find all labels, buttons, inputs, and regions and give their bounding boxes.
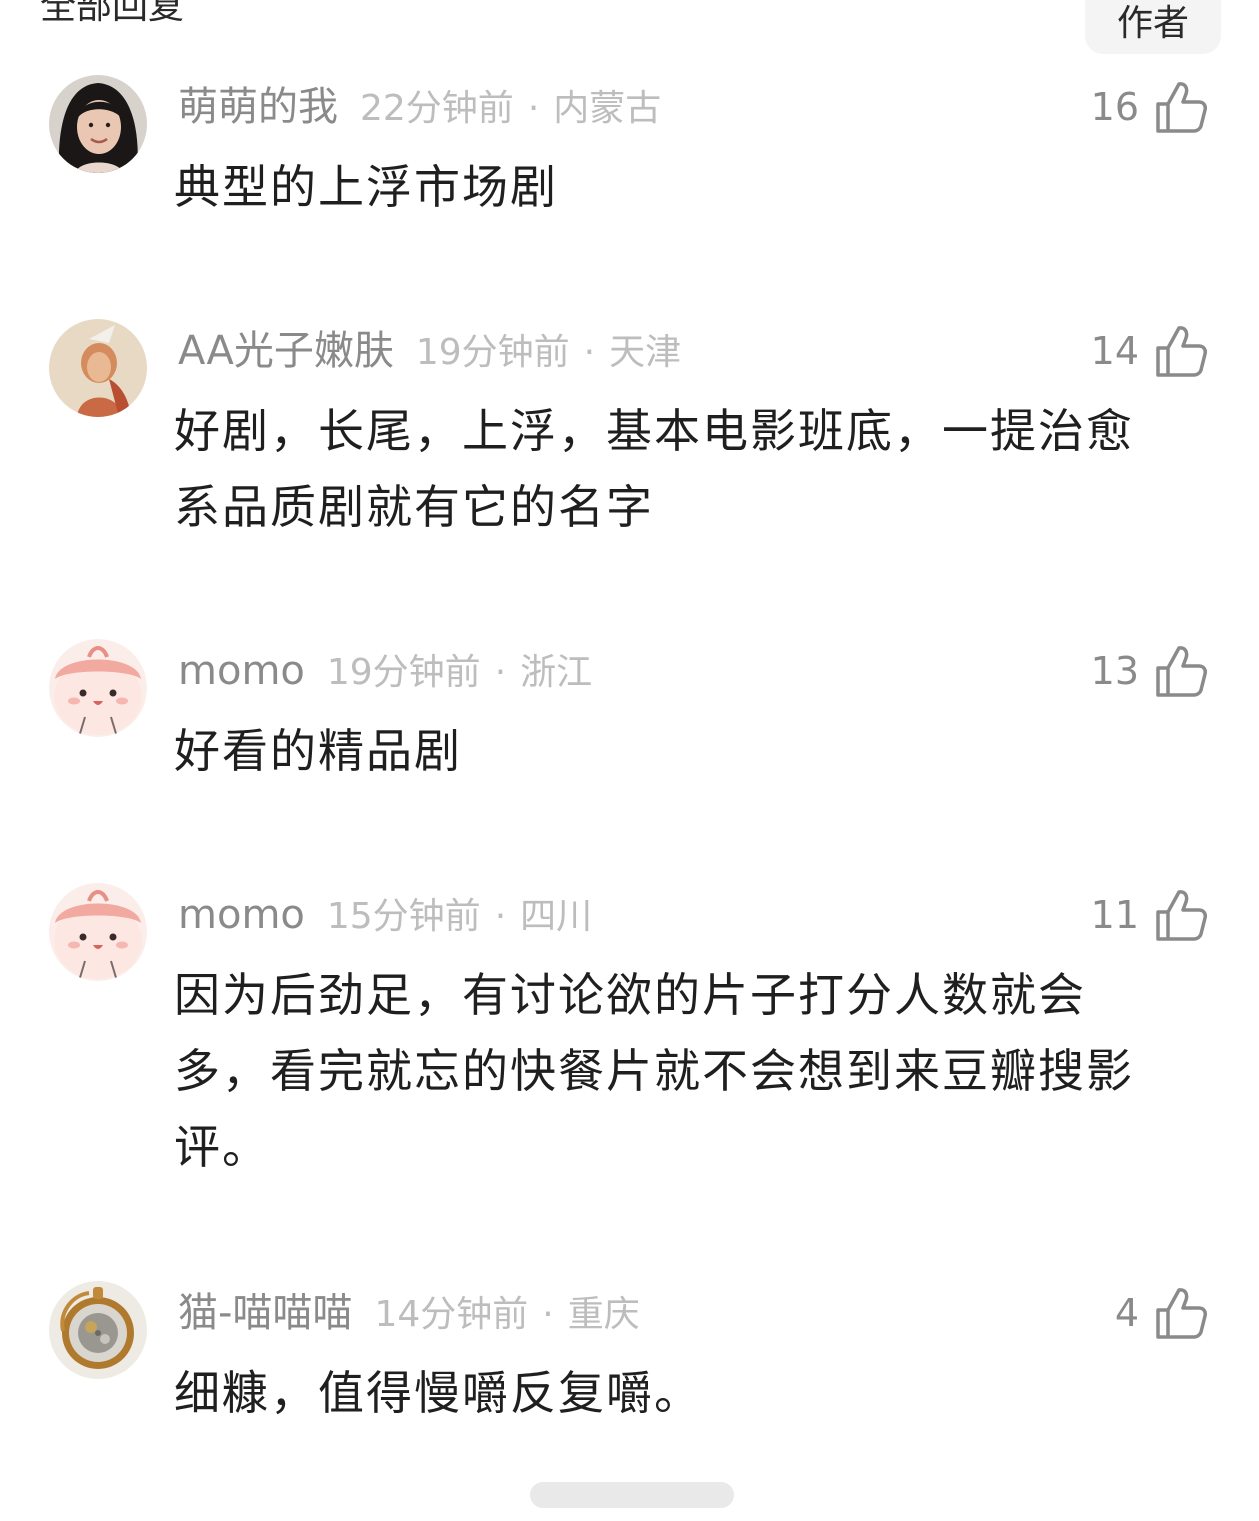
post-time: 19分钟前 xyxy=(326,652,481,693)
avatar-pink-cartoon-icon xyxy=(49,639,147,737)
time-location: 15分钟前 · 四川 xyxy=(327,896,592,937)
like-count: 14 xyxy=(1090,329,1139,373)
comment-meta: momo 15分钟前 · 四川 xyxy=(178,890,592,942)
username[interactable]: 萌萌的我 xyxy=(178,84,338,130)
location: 浙江 xyxy=(520,652,593,693)
time-location: 19分钟前 · 天津 xyxy=(416,332,681,373)
user-avatar[interactable] xyxy=(49,1281,147,1379)
avatar-woman-photo-icon xyxy=(49,75,147,173)
comment-meta: momo 19分钟前 · 浙江 xyxy=(178,646,592,698)
time-location: 22分钟前 · 内蒙古 xyxy=(360,88,661,129)
meta-separator: · xyxy=(583,332,596,373)
avatar-portrait-photo-icon xyxy=(49,319,147,417)
location: 重庆 xyxy=(567,1294,640,1335)
like-count: 4 xyxy=(1114,1291,1139,1335)
thumbs-up-icon xyxy=(1155,1286,1207,1340)
comment-text: 典型的上浮市场剧 xyxy=(174,160,558,214)
thumbs-up-icon xyxy=(1155,80,1207,134)
like-button[interactable]: 14 xyxy=(1091,321,1207,381)
like-count: 11 xyxy=(1090,893,1139,937)
location: 四川 xyxy=(520,896,593,937)
user-avatar[interactable] xyxy=(49,75,147,173)
user-avatar[interactable] xyxy=(49,883,147,981)
avatar-pocket-watch-icon xyxy=(49,1281,147,1379)
time-location: 14分钟前 · 重庆 xyxy=(374,1294,639,1335)
comment-text: 细糠，值得慢嚼反复嚼。 xyxy=(174,1366,702,1420)
meta-separator: · xyxy=(494,896,507,937)
comment-text: 因为后劲足，有讨论欲的片子打分人数就会多，看完就忘的快餐片就不会想到来豆瓣搜影评… xyxy=(174,968,1134,1174)
like-button[interactable]: 4 xyxy=(1115,1283,1207,1343)
comment-text: 好看的精品剧 xyxy=(174,724,462,778)
all-replies-title: 全部回复 xyxy=(40,0,185,27)
meta-separator: · xyxy=(527,88,540,129)
user-avatar[interactable] xyxy=(49,639,147,737)
username[interactable]: AA光子嫩肤 xyxy=(178,328,394,374)
meta-separator: · xyxy=(542,1294,554,1335)
comment-meta: 萌萌的我 22分钟前 · 内蒙古 xyxy=(178,82,661,134)
avatar-pink-cartoon-icon xyxy=(49,883,147,981)
like-count: 13 xyxy=(1090,649,1139,693)
post-time: 19分钟前 xyxy=(415,332,570,373)
location: 内蒙古 xyxy=(553,88,662,129)
location: 天津 xyxy=(609,332,682,373)
username[interactable]: momo xyxy=(178,892,305,938)
thumbs-up-icon xyxy=(1155,888,1207,942)
meta-separator: · xyxy=(494,652,507,693)
like-button[interactable]: 13 xyxy=(1091,641,1207,701)
username[interactable]: momo xyxy=(178,648,305,694)
post-time: 22分钟前 xyxy=(360,88,514,129)
thumbs-up-icon xyxy=(1155,324,1207,378)
like-count: 16 xyxy=(1090,85,1139,129)
username[interactable]: 猫-喵喵喵 xyxy=(178,1290,352,1336)
post-time: 15分钟前 xyxy=(326,896,481,937)
like-button[interactable]: 11 xyxy=(1091,885,1207,945)
home-indicator[interactable] xyxy=(530,1482,734,1508)
post-time: 14分钟前 xyxy=(374,1294,529,1335)
author-filter-button[interactable]: 作者 xyxy=(1085,0,1221,54)
comment-meta: 猫-喵喵喵 14分钟前 · 重庆 xyxy=(178,1288,640,1340)
thumbs-up-icon xyxy=(1155,644,1207,698)
time-location: 19分钟前 · 浙江 xyxy=(327,652,592,693)
user-avatar[interactable] xyxy=(49,319,147,417)
comment-meta: AA光子嫩肤 19分钟前 · 天津 xyxy=(178,326,681,378)
comment-text: 好剧，长尾，上浮，基本电影班底，一提治愈系品质剧就有它的名字 xyxy=(174,404,1134,534)
like-button[interactable]: 16 xyxy=(1091,77,1207,137)
reply-header: 全部回复 作者 xyxy=(0,0,1259,54)
